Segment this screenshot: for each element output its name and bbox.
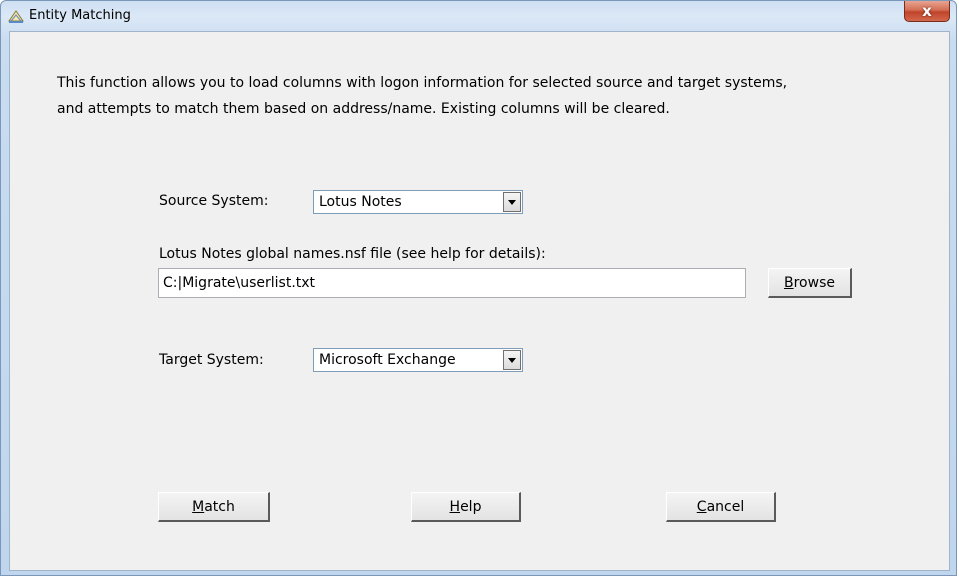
source-system-value: Lotus Notes [319,194,402,210]
help-mnemonic: H [449,498,461,515]
source-dropdown-button[interactable] [503,192,521,212]
source-system-select[interactable]: Lotus Notes [313,190,523,214]
target-system-label: Target System: [159,352,264,368]
source-system-label: Source System: [159,193,269,209]
title-bar[interactable]: Entity Matching x [1,1,956,31]
close-button[interactable]: x [904,1,950,22]
match-mnemonic: M [192,498,205,515]
target-dropdown-button[interactable] [503,350,521,370]
help-button[interactable]: Help [411,492,521,522]
cancel-label: ancel [706,498,745,515]
description-line-2: and attempts to match them based on addr… [57,101,670,117]
chevron-down-icon [508,357,516,363]
target-system-select[interactable]: Microsoft Exchange [313,348,523,372]
help-label: elp [460,498,482,515]
browse-button[interactable]: Browse [768,268,852,298]
entity-matching-icon [8,10,24,23]
match-button[interactable]: Match [158,492,270,522]
match-label: atch [204,498,235,515]
cancel-button[interactable]: Cancel [666,492,776,522]
browse-label: rowse [793,274,835,291]
target-system-value: Microsoft Exchange [319,352,456,368]
browse-mnemonic: B [784,274,794,291]
window-title: Entity Matching [29,8,131,23]
cancel-mnemonic: C [696,498,707,515]
close-icon: x [922,2,932,20]
description-line-1: This function allows you to load columns… [57,75,788,91]
names-file-value: C:|Migrate\userlist.txt [163,275,316,291]
names-file-label: Lotus Notes global names.nsf file (see h… [159,246,546,262]
chevron-down-icon [508,199,516,205]
description-text: This function allows you to load columns… [57,70,947,122]
names-file-input[interactable]: C:|Migrate\userlist.txt [158,268,746,298]
